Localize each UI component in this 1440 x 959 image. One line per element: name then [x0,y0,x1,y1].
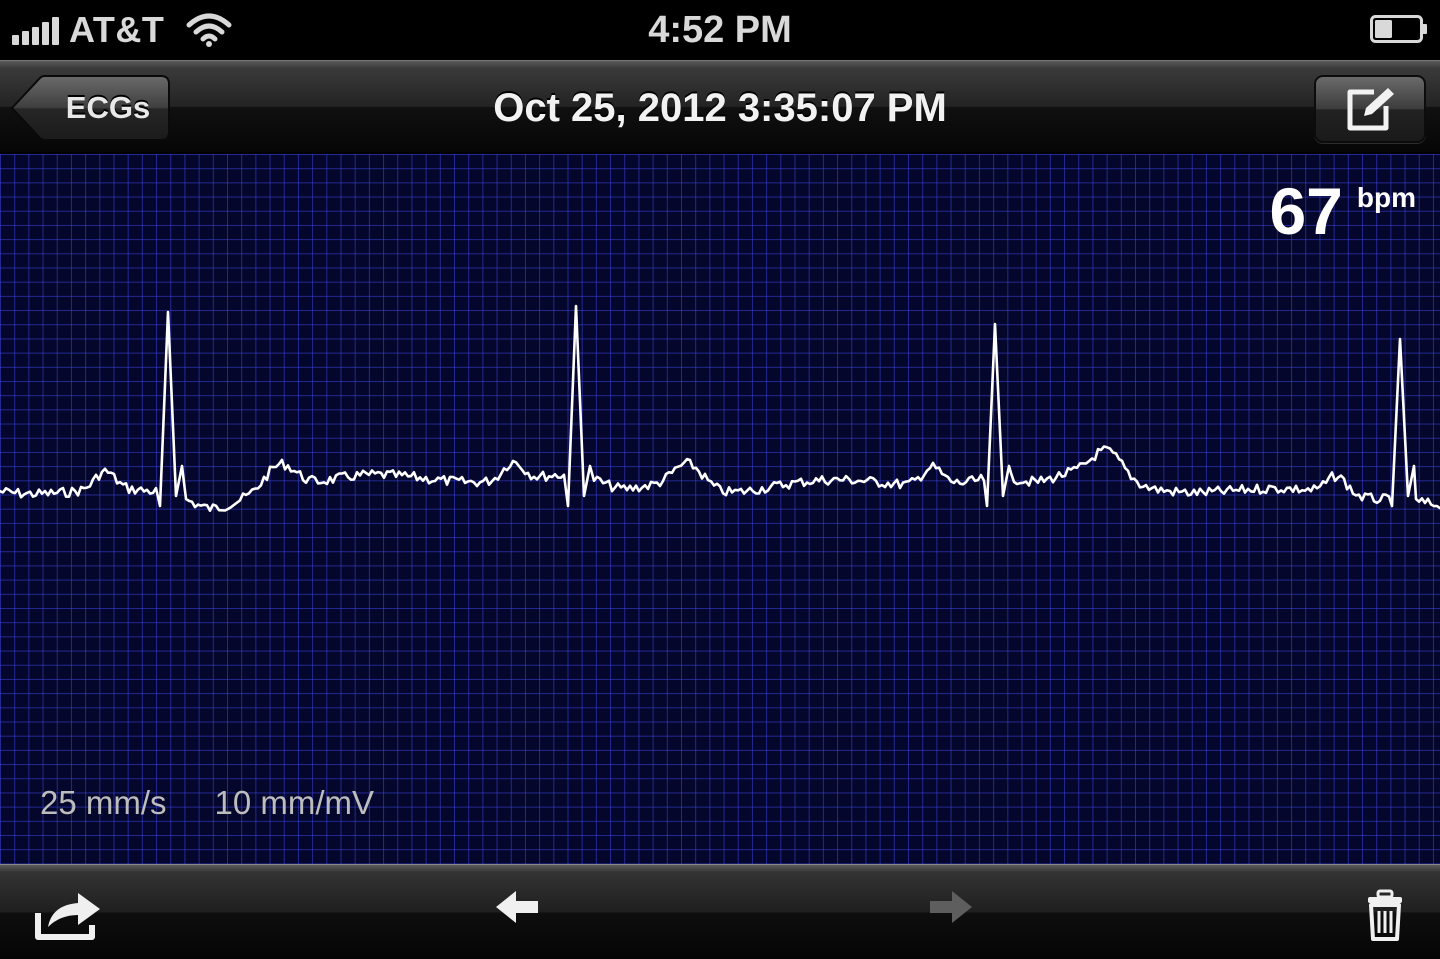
ecg-scale-labels: 25 mm/s 10 mm/mV [40,784,374,822]
ecg-detail-screen: AT&T 4:52 PM ECGs Oct 25, 2012 3:35:07 P… [0,0,1440,959]
back-button-ecgs[interactable]: ECGs [10,75,170,141]
trash-icon [1368,889,1402,941]
ecg-trace-canvas [0,304,1440,512]
bottom-toolbar [0,864,1440,959]
previous-ecg-button[interactable] [478,879,558,947]
edit-button[interactable] [1314,75,1426,143]
share-icon [35,893,100,940]
recording-timestamp-title: Oct 25, 2012 3:35:07 PM [493,86,947,130]
ecg-strip: 67 bpm 25 mm/s 10 mm/mV [0,154,1440,864]
heart-rate-unit: bpm [1356,182,1416,213]
paper-speed-label: 25 mm/s [40,784,167,821]
next-ecg-button[interactable] [910,879,990,947]
battery-icon [1370,15,1427,43]
status-time: 4:52 PM [648,9,792,51]
share-button[interactable] [30,879,110,947]
delete-button[interactable] [1346,879,1426,947]
next-arrow-icon [930,891,972,923]
ecg-waveform [0,304,1440,512]
gain-label: 10 mm/mV [214,784,375,821]
status-bar: AT&T 4:52 PM [0,0,1440,60]
previous-arrow-icon [496,891,538,923]
heart-rate-readout: 67 bpm [1269,174,1416,248]
heart-rate-value: 67 [1269,174,1343,248]
back-button-label: ECGs [65,90,151,125]
compose-icon [1347,88,1394,131]
navigation-bar: ECGs Oct 25, 2012 3:35:07 PM [0,60,1440,154]
